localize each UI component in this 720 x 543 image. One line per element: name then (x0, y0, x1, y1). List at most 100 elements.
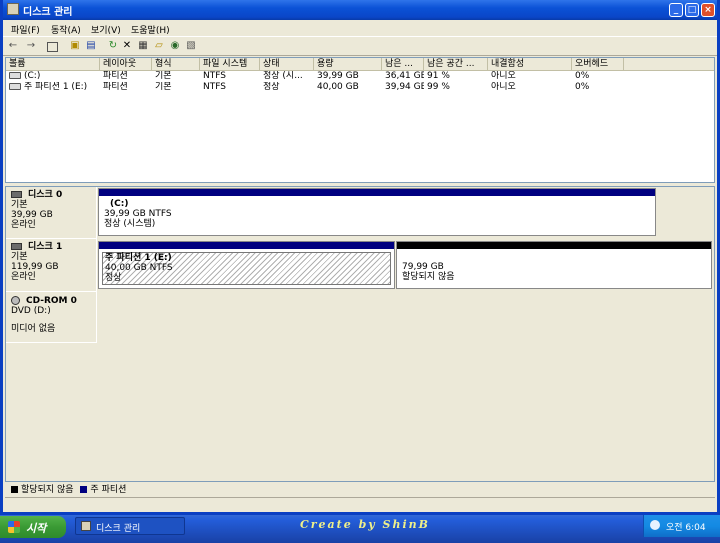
primary-partition-bar (99, 189, 655, 196)
column-status[interactable]: 상태 (260, 58, 314, 70)
cdrom-0-name: CD-ROM 0 (26, 296, 77, 306)
watermark-text: Create by ShinB (300, 518, 430, 531)
disk-1-type: 기본 (11, 252, 28, 262)
toolbar: ← → ▣ ▤ ↻ ✕ ▦ ▱ ◉ ▧ (3, 36, 717, 56)
cell-layout: 파티션 (103, 82, 128, 92)
help-icon[interactable]: ▤ (85, 40, 97, 52)
cell-capacity: 40,00 GB (317, 82, 359, 92)
disk-0-size: 39,99 GB (11, 210, 53, 220)
cell-type: 기본 (155, 82, 172, 92)
disk-1-label[interactable]: 디스크 1 기본 119,99 GB 온라인 (6, 240, 96, 292)
disk-1-status: 온라인 (11, 272, 36, 282)
cell-fault-tolerance: 아니오 (491, 71, 516, 81)
delete-icon[interactable]: ✕ (121, 40, 133, 52)
cell-free-percent: 91 % (427, 71, 450, 81)
clock[interactable]: 오전 6:04 (666, 520, 706, 533)
volume-list[interactable]: 볼륨 레이아웃 형식 파일 시스템 상태 용량 남은 ... 남은 공간 ...… (5, 57, 715, 183)
cell-filesystem: NTFS (203, 71, 226, 81)
legend: 할당되지 않음 주 파티션 (5, 484, 715, 496)
forward-arrow-icon[interactable]: → (25, 40, 37, 52)
volume-name: (C:) (24, 71, 41, 81)
primary-partition-bar (99, 242, 394, 249)
taskbar-button-label: 디스크 관리 (96, 524, 141, 534)
unallocated-space[interactable]: 79,99 GB 할당되지 않음 (396, 241, 712, 289)
taskbar-button-disk-management[interactable]: 디스크 관리 (75, 517, 185, 535)
disk-graphical-view[interactable]: 디스크 0 기본 39,99 GB 온라인 (C:) 39,99 GB NTFS… (5, 186, 715, 482)
minimize-button[interactable]: _ (669, 3, 683, 17)
cell-overhead: 0% (575, 82, 590, 92)
disk-0-name: 디스크 0 (28, 190, 63, 200)
disk-0-type: 기본 (11, 200, 28, 210)
label-divider (96, 187, 97, 343)
settings-icon[interactable]: ▦ (137, 40, 149, 52)
partition-e-name: 주 파티션 1 (E:) (105, 253, 172, 263)
column-overhead[interactable]: 오버헤드 (572, 58, 624, 70)
cell-overhead: 0% (575, 71, 590, 81)
column-type[interactable]: 형식 (152, 58, 200, 70)
cell-layout: 파티션 (103, 71, 128, 81)
column-free-percent[interactable]: 남은 공간 ... (424, 58, 488, 70)
open-icon[interactable]: ▱ (153, 40, 165, 52)
partition-c-status: 정상 (시스템) (104, 219, 156, 229)
table-row[interactable]: (C:) 파티션 기본 NTFS 정상 (시... 39,99 GB 36,41… (6, 71, 714, 82)
cell-free-space: 36,41 GB (385, 71, 424, 81)
unallocated-info: 79,99 GB 할당되지 않음 (400, 252, 708, 285)
system-tray: 오전 6:04 (643, 515, 720, 537)
partition-c-name: (C:) (110, 199, 129, 209)
menu-action[interactable]: 동작(A) (51, 23, 81, 36)
cell-status: 정상 (시... (263, 71, 303, 81)
partition-e-status: 정상 (105, 273, 122, 283)
column-free-space[interactable]: 남은 ... (382, 58, 424, 70)
properties-icon[interactable]: ▣ (69, 40, 81, 52)
partition-e-size: 40,00 GB NTFS (105, 263, 173, 273)
back-arrow-icon[interactable]: ← (7, 40, 19, 52)
disk-1-size: 119,99 GB (11, 262, 59, 272)
disk-management-icon (7, 3, 19, 15)
partition-e-info: 주 파티션 1 (E:) 40,00 GB NTFS 정상 (102, 252, 391, 285)
menu-help[interactable]: 도움말(H) (131, 23, 170, 36)
close-button[interactable]: × (701, 3, 715, 17)
cdrom-0-label[interactable]: CD-ROM 0 DVD (D:) 미디어 없음 (6, 293, 96, 343)
console-tree-icon[interactable] (47, 42, 58, 52)
cell-type: 기본 (155, 71, 172, 81)
cdrom-0-status: 미디어 없음 (11, 324, 56, 334)
menu-bar: 파일(F) 동작(A) 보기(V) 도움말(H) (3, 20, 717, 36)
search-icon[interactable]: ◉ (169, 40, 181, 52)
cell-filesystem: NTFS (203, 82, 226, 92)
windows-logo-icon (8, 521, 20, 533)
drive-icon (9, 72, 21, 79)
cell-free-percent: 99 % (427, 82, 450, 92)
tray-network-icon[interactable] (650, 520, 660, 530)
maximize-button[interactable]: □ (685, 3, 699, 17)
title-bar[interactable]: 디스크 관리 _ □ × (3, 0, 717, 20)
partition-c-size: 39,99 GB NTFS (104, 209, 172, 219)
legend-unallocated-swatch (11, 486, 18, 493)
disk-0-label[interactable]: 디스크 0 기본 39,99 GB 온라인 (6, 187, 96, 239)
drive-icon (9, 83, 21, 90)
refresh-icon[interactable]: ↻ (107, 40, 119, 52)
column-filesystem[interactable]: 파일 시스템 (200, 58, 260, 70)
column-capacity[interactable]: 용량 (314, 58, 382, 70)
column-volume[interactable]: 볼륨 (6, 58, 100, 70)
menu-view[interactable]: 보기(V) (91, 23, 121, 36)
taskbar: 시작 디스크 관리 Create by ShinB 오전 6:04 (0, 515, 720, 543)
disk-management-window: 디스크 관리 _ □ × 파일(F) 동작(A) 보기(V) 도움말(H) ← … (0, 0, 720, 515)
window-title: 디스크 관리 (23, 7, 73, 18)
partition-c[interactable]: (C:) 39,99 GB NTFS 정상 (시스템) (98, 188, 656, 236)
cell-capacity: 39,99 GB (317, 71, 359, 81)
start-button[interactable]: 시작 (0, 516, 66, 538)
legend-primary-swatch (80, 486, 88, 493)
cdrom-0-drive: DVD (D:) (11, 306, 51, 316)
disk-management-icon (81, 521, 91, 531)
column-layout[interactable]: 레이아웃 (100, 58, 152, 70)
menu-file[interactable]: 파일(F) (11, 23, 40, 36)
export-icon[interactable]: ▧ (185, 40, 197, 52)
table-row[interactable]: 주 파티션 1 (E:) 파티션 기본 NTFS 정상 40,00 GB 39,… (6, 82, 714, 93)
hard-disk-icon (11, 191, 22, 198)
hard-disk-icon (11, 243, 22, 250)
unallocated-label: 할당되지 않음 (402, 272, 455, 282)
disk-1-name: 디스크 1 (28, 242, 63, 252)
column-fault-tolerance[interactable]: 내결함성 (488, 58, 572, 70)
cell-volume: 주 파티션 1 (E:) (6, 82, 100, 93)
partition-e[interactable]: 주 파티션 1 (E:) 40,00 GB NTFS 정상 (98, 241, 395, 289)
